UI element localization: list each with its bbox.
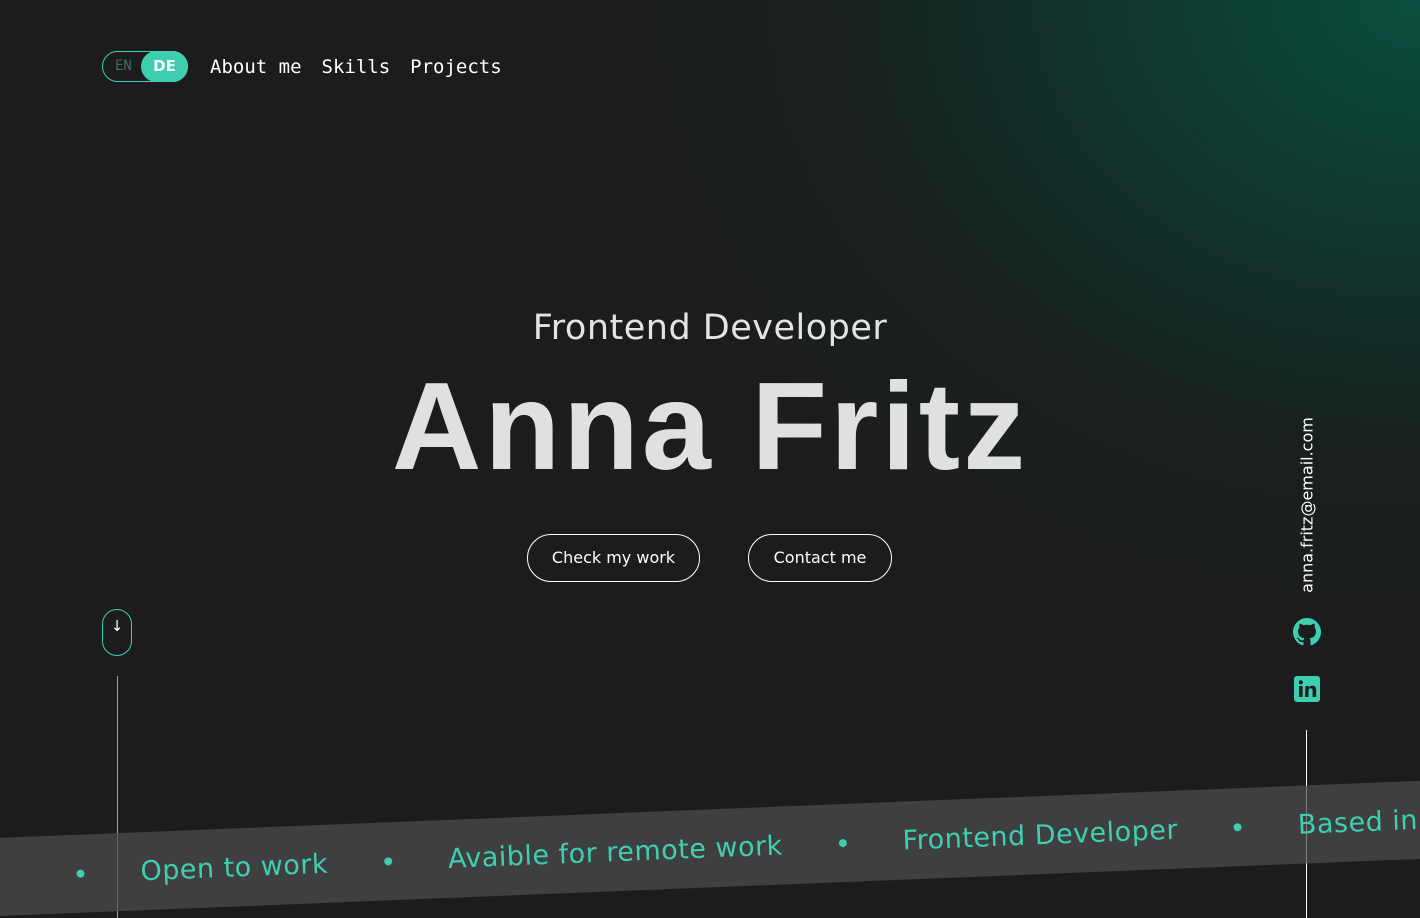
hero-name: Anna Fritz: [391, 358, 1029, 496]
marquee-track: Open to work Avaible for remote work Fro…: [19, 778, 1420, 916]
marquee-item: Based in Laufe: [1297, 801, 1420, 841]
language-toggle[interactable]: EN DE: [102, 51, 188, 82]
hero-subtitle: Frontend Developer: [532, 308, 888, 348]
marquee-band: Open to work Avaible for remote work Fro…: [0, 776, 1420, 918]
marquee-dot: [1233, 823, 1243, 832]
marquee-dot: [838, 838, 847, 848]
nav-link-skills[interactable]: Skills: [322, 56, 391, 78]
scroll-down-button[interactable]: ↓: [102, 609, 132, 656]
check-my-work-button[interactable]: Check my work: [527, 534, 700, 582]
page: EN DE About me Skills Projects Frontend …: [0, 0, 1420, 918]
marquee-dot: [76, 869, 85, 878]
main-nav: About me Skills Projects: [210, 56, 502, 78]
lang-option-en[interactable]: EN: [115, 58, 132, 74]
github-icon[interactable]: [1293, 618, 1321, 646]
nav-link-about[interactable]: About me: [210, 56, 302, 78]
contact-me-button[interactable]: Contact me: [748, 534, 892, 582]
marquee-item: Open to work: [139, 848, 329, 887]
marquee-item: Avaible for remote work: [447, 829, 784, 875]
arrow-down-icon: ↓: [110, 617, 124, 635]
marquee-dot: [383, 857, 393, 866]
email-link[interactable]: anna.fritz@email.com: [1298, 417, 1317, 593]
nav-link-projects[interactable]: Projects: [410, 56, 502, 78]
lang-option-de[interactable]: DE: [141, 51, 188, 82]
linkedin-icon[interactable]: [1293, 675, 1321, 703]
marquee-item: Frontend Developer: [901, 814, 1179, 857]
